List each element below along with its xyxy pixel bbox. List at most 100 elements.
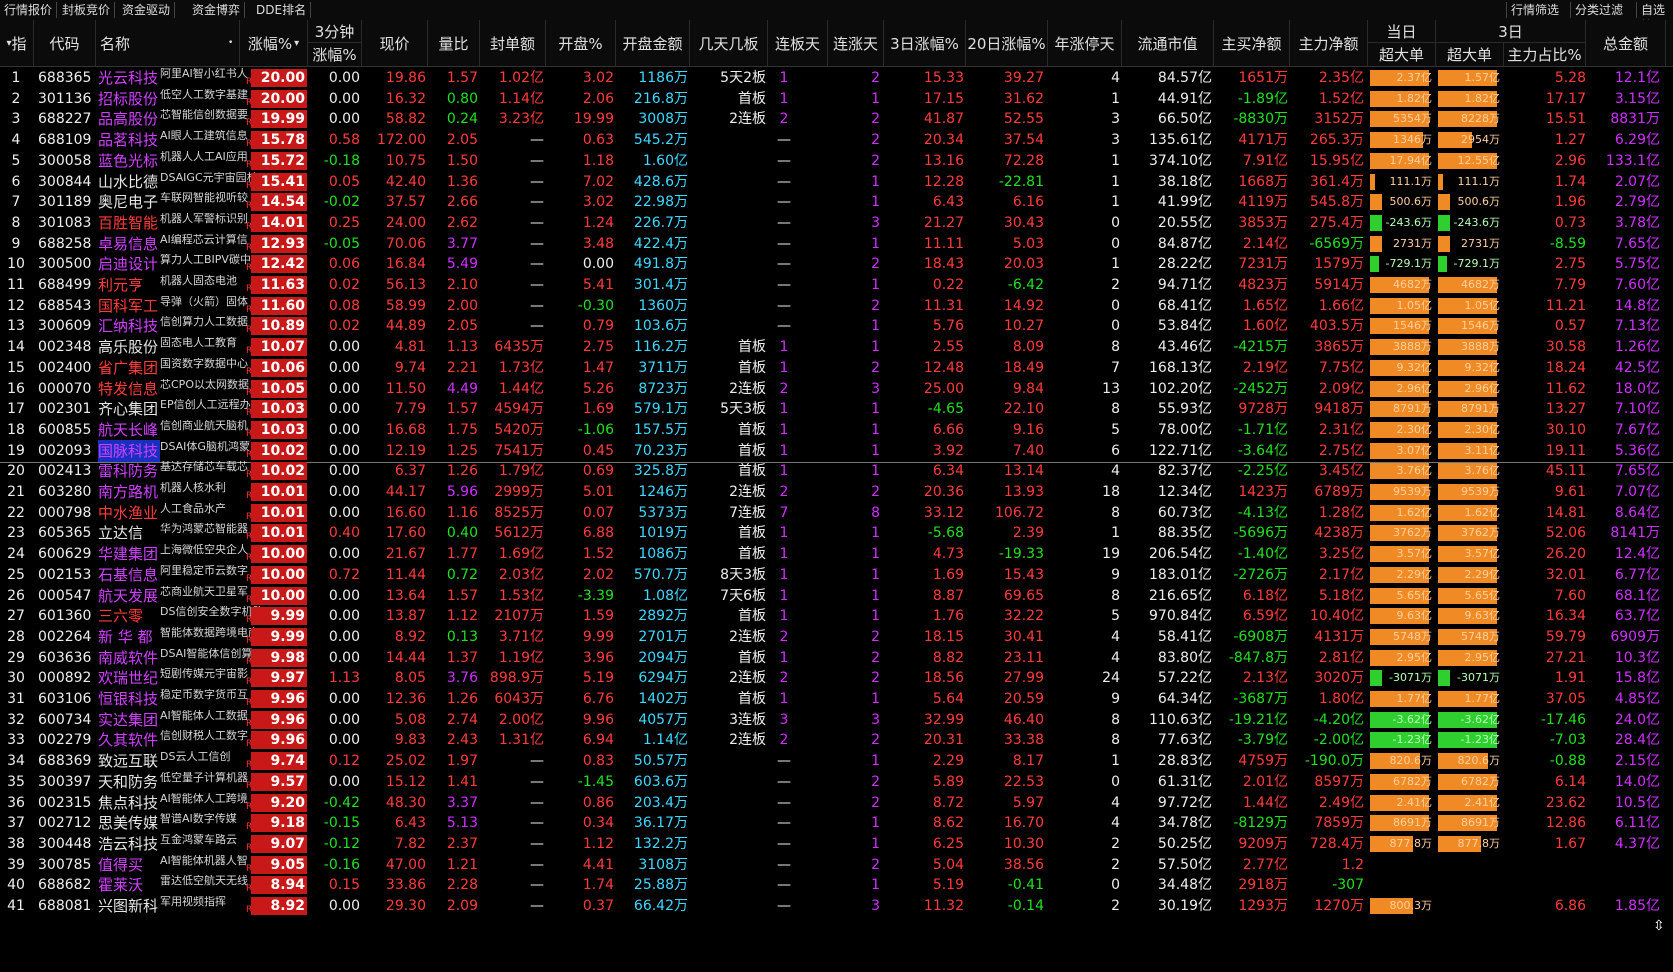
stock-code[interactable]: 002093	[38, 440, 94, 462]
stock-name[interactable]: 石基信息	[98, 564, 160, 586]
stock-name[interactable]: 航天发展	[98, 585, 160, 607]
col-index[interactable]: ▾ 指	[0, 20, 34, 66]
stock-code[interactable]: 688499	[38, 274, 94, 296]
stock-code[interactable]: 688369	[38, 750, 94, 772]
stock-code[interactable]: 605365	[38, 522, 94, 544]
stock-code[interactable]: 301083	[38, 212, 94, 234]
stock-code[interactable]: 300785	[38, 854, 94, 876]
table-row[interactable]: 13 300609 汇纳科技 信创算力人工数据 R 10.89 0.02 44.89 2.05—…	[0, 315, 1673, 337]
stock-code[interactable]: 000070	[38, 378, 94, 400]
table-row[interactable]: 38 300448 浩云科技 互金鸿蒙车路云 R 9.07 -0.12 7.82 2.37—1.…	[0, 833, 1673, 855]
stock-name[interactable]: 启迪设计	[98, 253, 160, 275]
table-row[interactable]: 41 688081 兴图新科 军用视频指挥 R 8.92 0.00 29.30 2.09—0.3…	[0, 895, 1673, 917]
tab-category-filter[interactable]: 分类过滤	[1570, 2, 1627, 18]
stock-name[interactable]: 致远互联	[98, 750, 160, 772]
col-price[interactable]: 现价	[362, 20, 428, 66]
stock-code[interactable]: 002400	[38, 357, 94, 379]
col-code[interactable]: 代码	[34, 20, 96, 66]
table-row[interactable]: 18 600855 航天长峰 信创商业航天脑机 R 10.03 0.00 16.68 1.75 5…	[0, 419, 1673, 441]
col-3day-pct[interactable]: 3日涨幅%	[884, 20, 966, 66]
stock-name[interactable]: 值得买	[98, 854, 160, 876]
stock-code[interactable]: 002348	[38, 336, 94, 358]
stock-code[interactable]: 002264	[38, 626, 94, 648]
table-row[interactable]: 2 301136 招标股份 低空人工数字基建 R 20.00 0.00 16.32 0.80 1.…	[0, 88, 1673, 110]
stock-code[interactable]: 300844	[38, 171, 94, 193]
stock-code[interactable]: 688365	[38, 67, 94, 89]
col-board-days[interactable]: 几天几板	[690, 20, 768, 66]
tab-fund-game[interactable]: 资金博弈	[188, 2, 246, 18]
stock-name[interactable]: 立达信	[98, 522, 160, 544]
stock-code[interactable]: 000547	[38, 585, 94, 607]
table-row[interactable]: 1 688365 光云科技 阿里AI智小红书人 R 20.00 0.00 19.86 1.57 1…	[0, 67, 1673, 89]
stock-name[interactable]: 卓易信息	[98, 233, 160, 255]
table-row[interactable]: 3 688227 品高股份 芯智能信创数据要 R 19.99 0.00 58.82 0.24 3.…	[0, 108, 1673, 130]
stock-code[interactable]: 300500	[38, 253, 94, 275]
stock-name[interactable]: 兴图新科	[98, 895, 160, 917]
table-row[interactable]: 36 002315 焦点科技 AI智能体人工跨境 R 9.20 -0.42 48.30 3.37…	[0, 792, 1673, 814]
stock-name[interactable]: 品茗科技	[98, 129, 160, 151]
col-pct[interactable]: 涨幅% ▾	[240, 20, 308, 66]
tab-watchlist[interactable]: 自选管	[1636, 2, 1673, 33]
stock-code[interactable]: 688227	[38, 108, 94, 130]
stock-name[interactable]: 三六零	[98, 605, 160, 627]
table-row[interactable]: 33 002279 久其软件 信创财税人工数字 R 9.96 0.00 9.83 2.43 1.3…	[0, 729, 1673, 751]
col-volume-ratio[interactable]: 量比	[428, 20, 480, 66]
stock-name[interactable]: 汇纳科技	[98, 315, 160, 337]
stock-name[interactable]: 新 华 都	[98, 626, 160, 648]
stock-code[interactable]: 002315	[38, 792, 94, 814]
table-row[interactable]: 7 301189 奥尼电子 车联网智能视听较 R 14.54 -0.02 37.57 2.66—…	[0, 191, 1673, 213]
stock-name[interactable]: 国脉科技	[98, 439, 160, 462]
stock-name[interactable]: 南方路机	[98, 481, 160, 503]
table-row[interactable]: 20 002413 雷科防务 基达存储芯车载芯 R 10.02 0.00 6.37 1.26 1.…	[0, 460, 1673, 482]
col-open-pct[interactable]: 开盘%	[546, 20, 616, 66]
col-total-amount[interactable]: 总金额	[1586, 20, 1666, 66]
stock-code[interactable]: 688109	[38, 129, 94, 151]
stock-code[interactable]: 688543	[38, 295, 94, 317]
stock-name[interactable]: 恒银科技	[98, 688, 160, 710]
stock-name[interactable]: 航天长峰	[98, 419, 160, 441]
table-row[interactable]: 6 300844 山水比德 DSAIGC元宇宙园林 R 15.41 0.05 42.40 1.3…	[0, 171, 1673, 193]
table-row[interactable]: 29 603636 南威软件 DSAI智能体信创算 R 9.98 0.00 14.44 1.37…	[0, 647, 1673, 669]
stock-code[interactable]: 603636	[38, 647, 94, 669]
stock-name[interactable]: 品高股份	[98, 108, 160, 130]
stock-code[interactable]: 002301	[38, 398, 94, 420]
stock-name[interactable]: 高乐股份	[98, 336, 160, 358]
stock-name[interactable]: 天和防务	[98, 771, 160, 793]
col-super-large-today[interactable]: 超大单	[1368, 43, 1436, 66]
col-main-ratio[interactable]: 主力占比%	[1504, 43, 1586, 66]
stock-name[interactable]: 南威软件	[98, 647, 160, 669]
col-name[interactable]: 名称 •	[96, 20, 240, 66]
table-row[interactable]: 15 002400 省广集团 国资数字数据中心 R 10.06 0.00 9.74 2.21 1.…	[0, 357, 1673, 379]
col-active-buy-net[interactable]: 主买净额	[1214, 20, 1290, 66]
tab-fund-drive[interactable]: 资金驱动	[118, 2, 176, 18]
table-row[interactable]: 10 300500 启迪设计 算力人工BIPV碳中 R 12.42 0.06 16.84 5.4…	[0, 253, 1673, 275]
stock-code[interactable]: 300609	[38, 315, 94, 337]
col-limit-days[interactable]: 连板天	[768, 20, 828, 66]
stock-code[interactable]: 600629	[38, 543, 94, 565]
stock-code[interactable]: 002153	[38, 564, 94, 586]
stock-code[interactable]: 688682	[38, 874, 94, 896]
table-row[interactable]: 34 688369 致远互联 DS云人工信创 R 9.74 0.12 25.02 1.97—0.…	[0, 750, 1673, 772]
stock-code[interactable]: 000892	[38, 667, 94, 689]
stock-name[interactable]: 中水渔业	[98, 502, 160, 524]
table-row[interactable]: 25 002153 石基信息 阿里稳定币云数字 R 10.00 0.72 11.44 0.72 2…	[0, 564, 1673, 586]
tab-quote[interactable]: 行情报价	[0, 2, 58, 18]
stock-name[interactable]: 蓝色光标	[98, 150, 160, 172]
stock-code[interactable]: 000798	[38, 502, 94, 524]
table-row[interactable]: 22 000798 中水渔业 人工食品水产 R 10.01 0.00 16.60 1.16 852…	[0, 502, 1673, 524]
stock-name[interactable]: 久其软件	[98, 729, 160, 751]
stock-code[interactable]: 600855	[38, 419, 94, 441]
table-row[interactable]: 35 300397 天和防务 低空量子计算机器 R 9.57 0.00 15.12 1.41— -…	[0, 771, 1673, 793]
stock-name[interactable]: 国科军工	[98, 295, 160, 317]
table-row[interactable]: 24 600629 华建集团 上海微低空央企人 R 10.00 0.00 21.67 1.77 1…	[0, 543, 1673, 565]
table-row[interactable]: 19 002093 国脉科技 DSAI体G脑机鸿蒙 R 10.02 0.00 12.19 1.2…	[0, 439, 1673, 463]
stock-code[interactable]: 600734	[38, 709, 94, 731]
tab-limit-bid[interactable]: 封板竞价	[58, 2, 116, 18]
table-row[interactable]: 40 688682 霍莱沃 雷达低空航天无线 R 8.94 0.15 33.86 2.28—1.…	[0, 874, 1673, 896]
stock-name[interactable]: 思美传媒	[98, 812, 160, 834]
col-seal-amount[interactable]: 封单额	[480, 20, 546, 66]
tab-market-filter[interactable]: 行情筛选	[1506, 2, 1563, 18]
stock-name[interactable]: 利元亨	[98, 274, 160, 296]
stock-name[interactable]: 欢瑞世纪	[98, 667, 160, 689]
tab-dde-rank[interactable]: DDE排名	[252, 2, 312, 18]
